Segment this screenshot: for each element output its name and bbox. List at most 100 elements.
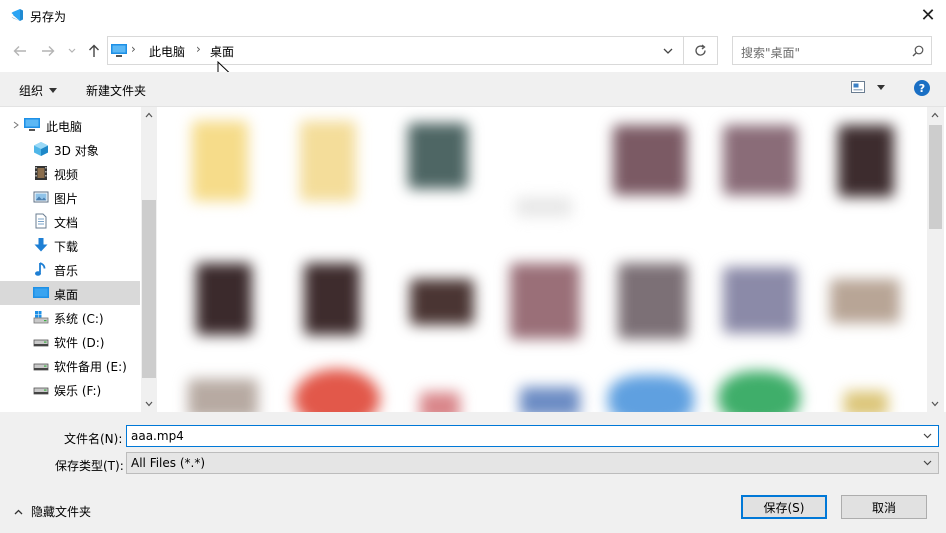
sidebar-item-label: 音乐	[54, 264, 79, 278]
chevron-down-icon	[923, 460, 932, 466]
navigation-scrollbar[interactable]	[141, 107, 157, 412]
command-bar: 组织 新建文件夹 ?	[0, 72, 946, 107]
document-icon	[35, 213, 47, 229]
vscode-icon	[11, 9, 23, 21]
file-thumbnail[interactable]	[520, 387, 580, 412]
sidebar-item-label: 文档	[54, 216, 79, 230]
sidebar-item-drive-d[interactable]: 软件 (D:)	[0, 329, 140, 353]
file-thumbnail[interactable]	[410, 279, 474, 325]
drive-icon	[33, 387, 49, 395]
search-box[interactable]: 搜索"桌面"	[732, 36, 932, 65]
file-thumbnail[interactable]	[192, 121, 248, 201]
file-thumbnail[interactable]	[196, 263, 252, 335]
filetype-select[interactable]: All Files (*.*)	[126, 452, 939, 474]
sidebar-item-videos[interactable]: 视频	[0, 161, 140, 185]
file-thumbnail[interactable]	[516, 197, 572, 217]
file-thumbnail[interactable]	[838, 125, 894, 197]
sidebar-item-music[interactable]: 音乐	[0, 257, 140, 281]
cancel-button[interactable]: 取消	[841, 495, 927, 519]
drive-icon	[33, 363, 49, 371]
scroll-up-icon[interactable]	[145, 112, 153, 118]
view-icon	[851, 81, 865, 93]
breadcrumb-this-pc[interactable]: 此电脑	[149, 43, 185, 60]
search-input[interactable]: 搜索"桌面"	[741, 44, 800, 61]
file-thumbnail[interactable]	[300, 121, 356, 201]
file-thumbnail[interactable]	[294, 369, 380, 412]
chevron-down-icon[interactable]	[663, 48, 673, 55]
filetype-label: 保存类型(T):	[55, 459, 124, 473]
sidebar-item-drive-f[interactable]: 娱乐 (F:)	[0, 377, 140, 401]
sidebar-item-label: 娱乐 (F:)	[54, 384, 102, 398]
scroll-down-icon[interactable]	[145, 401, 153, 407]
desktop-icon	[33, 287, 49, 298]
view-options-button[interactable]	[851, 81, 885, 93]
save-button[interactable]: 保存(S)	[741, 495, 827, 519]
save-form: 文件名(N): aaa.mp4 保存类型(T): All Files (*.*)…	[0, 412, 946, 533]
chevron-down-icon	[49, 88, 58, 93]
breadcrumb-desktop[interactable]: 桌面	[210, 43, 234, 60]
address-bar[interactable]: › 此电脑 › 桌面	[107, 36, 684, 65]
file-thumbnail[interactable]	[844, 391, 888, 412]
sidebar-item-label: 软件 (D:)	[54, 336, 105, 350]
file-thumbnail[interactable]	[830, 279, 900, 323]
file-thumbnail[interactable]	[718, 371, 800, 412]
scroll-down-icon[interactable]	[931, 401, 939, 407]
file-thumbnail[interactable]	[723, 267, 797, 333]
help-icon: ?	[918, 81, 926, 95]
breadcrumb-separator: ›	[196, 42, 201, 56]
scrollbar-thumb[interactable]	[929, 125, 942, 229]
organize-button[interactable]: 组织	[19, 82, 58, 99]
file-thumbnail[interactable]	[408, 123, 468, 189]
sidebar-item-drive-e[interactable]: 软件备用 (E:)	[0, 353, 140, 377]
sidebar-item-label: 软件备用 (E:)	[54, 360, 127, 374]
file-thumbnail[interactable]	[510, 263, 580, 339]
download-icon	[34, 238, 48, 252]
close-button[interactable]: ✕	[910, 0, 946, 31]
sidebar-item-drive-c[interactable]: 系统 (C:)	[0, 305, 140, 329]
picture-icon	[33, 191, 49, 203]
file-thumbnail[interactable]	[723, 125, 797, 195]
refresh-icon	[695, 44, 706, 56]
breadcrumb-separator: ›	[131, 42, 136, 56]
sidebar-item-downloads[interactable]: 下载	[0, 233, 140, 257]
filetype-value: All Files (*.*)	[131, 456, 206, 470]
sidebar-item-pictures[interactable]: 图片	[0, 185, 140, 209]
sidebar-item-3d-objects[interactable]: 3D 对象	[0, 137, 140, 161]
recent-locations-button[interactable]	[64, 41, 80, 61]
file-list[interactable]	[158, 107, 927, 412]
arrow-up-icon	[89, 44, 99, 57]
chevron-down-icon[interactable]	[923, 433, 932, 439]
sidebar-item-desktop[interactable]: 桌面	[0, 281, 140, 305]
arrow-right-icon	[42, 46, 55, 56]
new-folder-button[interactable]: 新建文件夹	[86, 82, 146, 99]
file-thumbnail[interactable]	[618, 263, 688, 339]
file-thumbnail[interactable]	[608, 375, 694, 412]
music-icon	[35, 262, 46, 276]
refresh-button[interactable]	[684, 36, 718, 65]
window-title: 另存为	[30, 10, 67, 24]
chevron-down-icon	[877, 84, 885, 90]
scroll-up-icon[interactable]	[931, 112, 939, 118]
file-thumbnail[interactable]	[188, 379, 258, 412]
hide-folders-label: 隐藏文件夹	[31, 505, 92, 519]
system-drive-icon	[33, 311, 49, 324]
sidebar-item-documents[interactable]: 文档	[0, 209, 140, 233]
back-button[interactable]	[10, 41, 30, 61]
file-thumbnail[interactable]	[420, 392, 460, 412]
forward-button[interactable]	[38, 41, 58, 61]
hide-folders-toggle[interactable]: 隐藏文件夹	[14, 503, 91, 520]
file-thumbnail[interactable]	[304, 263, 360, 335]
sidebar-item-this-pc[interactable]: 此电脑	[0, 113, 140, 137]
sidebar-item-label: 系统 (C:)	[54, 312, 104, 326]
help-button[interactable]: ?	[914, 80, 930, 96]
filename-input[interactable]: aaa.mp4	[131, 429, 184, 443]
filename-field[interactable]: aaa.mp4	[126, 425, 939, 447]
search-icon	[912, 45, 924, 57]
up-button[interactable]	[84, 41, 104, 61]
3d-objects-icon	[34, 142, 48, 156]
sidebar-item-label: 此电脑	[46, 120, 83, 134]
scrollbar-thumb[interactable]	[142, 200, 156, 378]
file-list-scrollbar[interactable]	[927, 107, 944, 412]
file-thumbnail[interactable]	[613, 125, 687, 195]
drive-icon	[33, 339, 49, 347]
